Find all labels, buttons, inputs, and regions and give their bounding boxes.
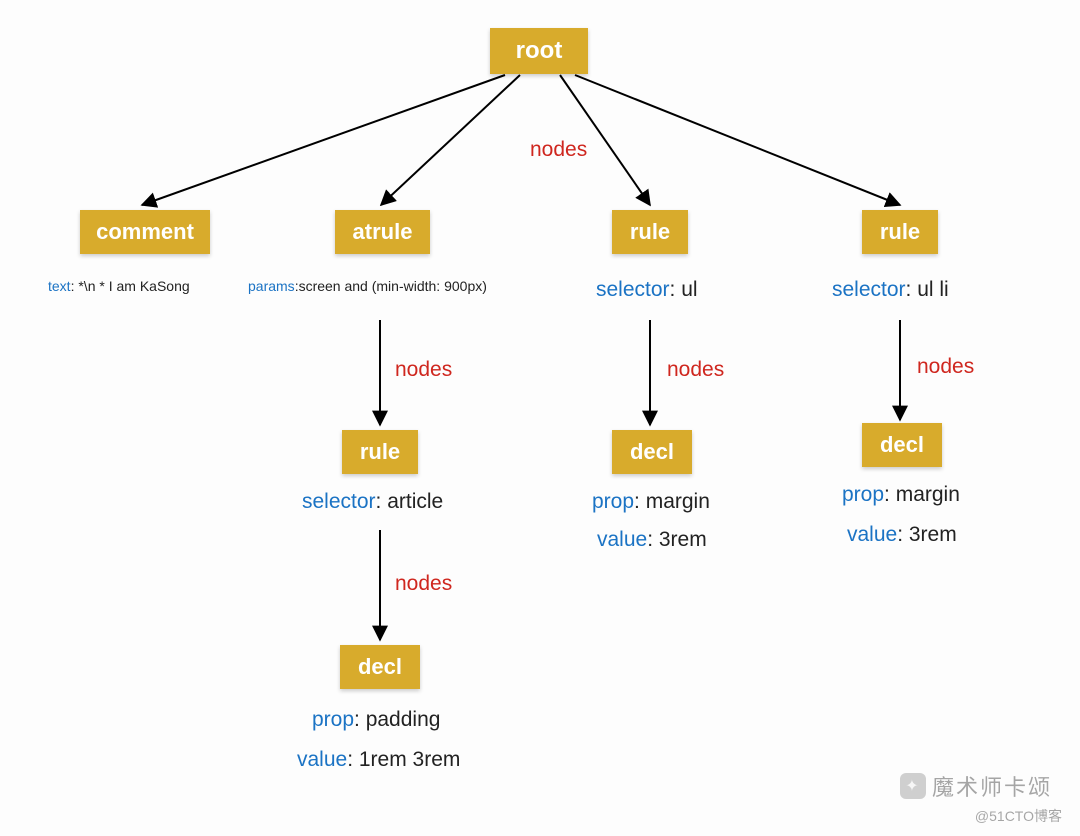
ann-rule-ulli-selector-key: selector — [832, 278, 906, 301]
watermark-main: 魔术师卡颂 — [932, 770, 1052, 802]
edge-label-rule-ulli: nodes — [917, 355, 974, 379]
node-rule-ulli: rule — [862, 210, 938, 254]
edge-label-atrule: nodes — [395, 358, 452, 382]
ann-rule-ul-selector: selector: ul — [596, 278, 698, 302]
watermark-sub: @51CTO博客 — [975, 806, 1062, 826]
ann-atrule-decl-value: value: 1rem 3rem — [297, 748, 460, 772]
ann-rule-ul-decl-prop-value: : margin — [634, 490, 710, 513]
node-rule-ul-decl-label: decl — [630, 439, 674, 465]
ann-rule-ulli-decl-prop-key: prop — [842, 483, 884, 506]
ann-rule-ulli-selector-value: : ul li — [906, 278, 949, 301]
node-rule-ulli-label: rule — [880, 219, 920, 245]
ann-atrule-params-key: params — [248, 278, 295, 294]
node-rule-ul-label: rule — [630, 219, 670, 245]
ann-rule-ul-decl-value-key: value — [597, 528, 647, 551]
node-root: root — [490, 28, 588, 74]
ann-comment-text: text: *\n * I am KaSong — [48, 278, 190, 294]
node-rule-ul-decl: decl — [612, 430, 692, 474]
ann-rule-ul-decl-prop-key: prop — [592, 490, 634, 513]
ann-atrule-rule-selector: selector: article — [302, 490, 443, 514]
node-rule-ulli-decl-label: decl — [880, 432, 924, 458]
ann-atrule-rule-selector-value: : article — [376, 490, 444, 513]
node-atrule-rule-label: rule — [360, 439, 400, 465]
node-comment: comment — [80, 210, 210, 254]
node-atrule-label: atrule — [353, 219, 413, 245]
node-rule-ulli-decl: decl — [862, 423, 942, 467]
ann-rule-ul-decl-prop: prop: margin — [592, 490, 710, 514]
ann-atrule-params-value: :screen and (min-width: 900px) — [295, 278, 487, 294]
node-atrule: atrule — [335, 210, 430, 254]
ann-atrule-decl-prop: prop: padding — [312, 708, 440, 732]
ann-rule-ul-selector-value: : ul — [670, 278, 698, 301]
wechat-icon: ✦ — [900, 773, 926, 799]
node-root-label: root — [516, 37, 563, 65]
node-comment-label: comment — [96, 219, 194, 245]
node-atrule-decl-label: decl — [358, 654, 402, 680]
node-atrule-decl: decl — [340, 645, 420, 689]
watermark: ✦ 魔术师卡颂 — [900, 770, 1052, 802]
edge-label-rule-ul: nodes — [667, 358, 724, 382]
ann-comment-text-value: : *\n * I am KaSong — [71, 278, 190, 294]
node-atrule-rule: rule — [342, 430, 418, 474]
edge-label-atrule-rule: nodes — [395, 572, 452, 596]
ann-atrule-decl-value-value: : 1rem 3rem — [347, 748, 460, 771]
ann-rule-ul-decl-value: value: 3rem — [597, 528, 707, 552]
ann-rule-ul-selector-key: selector — [596, 278, 670, 301]
ann-rule-ulli-decl-prop-value: : margin — [884, 483, 960, 506]
ann-atrule-decl-value-key: value — [297, 748, 347, 771]
diagram-stage: root nodes comment text: *\n * I am KaSo… — [0, 0, 1080, 836]
edge-label-root: nodes — [530, 138, 587, 162]
ann-rule-ulli-decl-value-key: value — [847, 523, 897, 546]
ann-atrule-rule-selector-key: selector — [302, 490, 376, 513]
ann-atrule-params: params:screen and (min-width: 900px) — [248, 278, 487, 294]
ann-comment-text-key: text — [48, 278, 71, 294]
ann-rule-ul-decl-value-value: : 3rem — [647, 528, 707, 551]
ann-rule-ulli-selector: selector: ul li — [832, 278, 949, 302]
ann-atrule-decl-prop-value: : padding — [354, 708, 440, 731]
ann-rule-ulli-decl-value: value: 3rem — [847, 523, 957, 547]
ann-atrule-decl-prop-key: prop — [312, 708, 354, 731]
ann-rule-ulli-decl-value-value: : 3rem — [897, 523, 957, 546]
ann-rule-ulli-decl-prop: prop: margin — [842, 483, 960, 507]
node-rule-ul: rule — [612, 210, 688, 254]
diagram-arrows — [0, 0, 1080, 836]
